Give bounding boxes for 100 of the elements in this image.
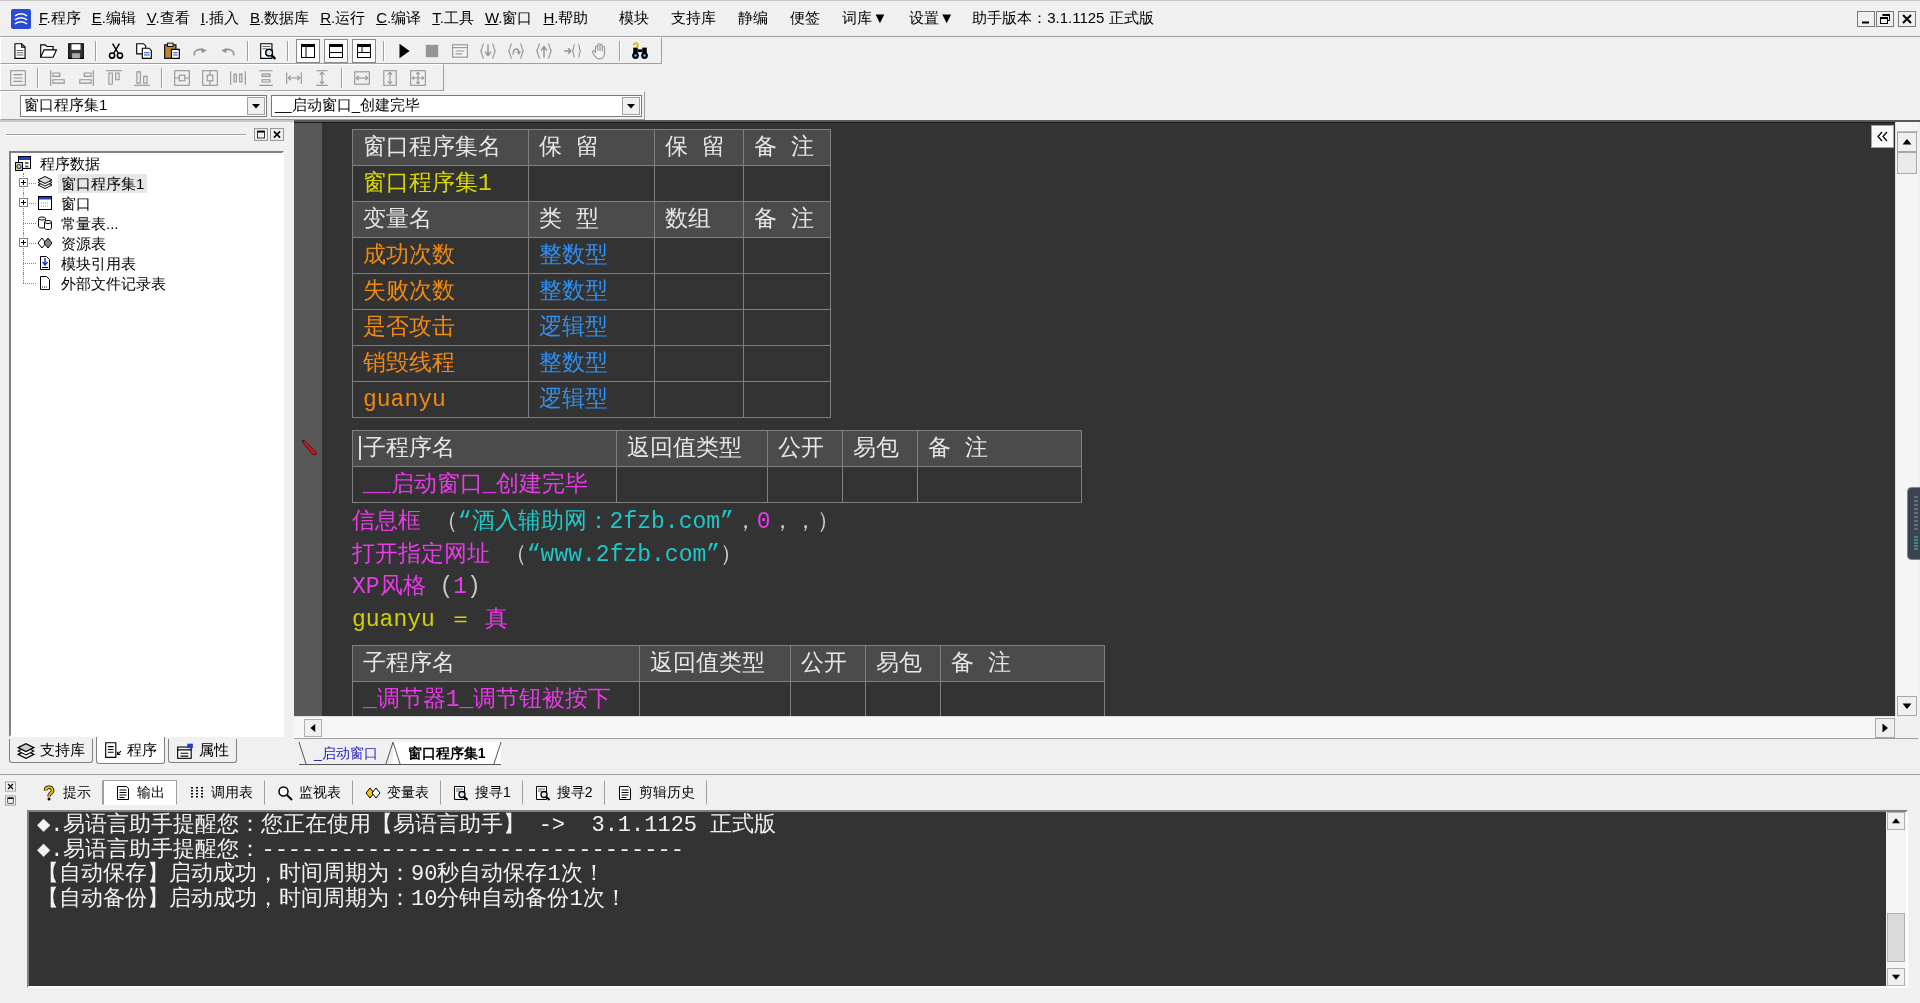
menu-item[interactable]: 模块 bbox=[619, 9, 650, 28]
panel-tab[interactable]: 属性 bbox=[168, 739, 237, 763]
panel-tab[interactable]: 支持库 bbox=[9, 739, 93, 763]
open-folder-icon[interactable] bbox=[39, 41, 57, 60]
tree-item[interactable]: 程序数据 bbox=[37, 153, 103, 173]
menu-item[interactable]: W.窗口 bbox=[479, 8, 538, 29]
panel-tab[interactable]: 搜寻2 bbox=[522, 780, 605, 805]
copy-pages-icon[interactable] bbox=[135, 41, 153, 60]
column-header: 子程序名 bbox=[352, 645, 640, 682]
menu-item[interactable]: 词库▼ bbox=[842, 9, 888, 28]
program-window-icon bbox=[15, 155, 31, 171]
double-chevron-icon[interactable] bbox=[1871, 125, 1894, 148]
menu-item[interactable]: I.插入 bbox=[195, 8, 244, 29]
editor-tab[interactable]: 窗口程序集1 bbox=[392, 742, 501, 765]
tree-item[interactable]: 窗口程序集1 bbox=[58, 173, 148, 193]
diamonds-icon bbox=[37, 235, 53, 251]
stacked-sheets-icon bbox=[37, 175, 53, 191]
code-line: guanyu ＝ 真 bbox=[352, 605, 509, 635]
close-icon[interactable] bbox=[270, 128, 284, 141]
dot-grid-icon bbox=[189, 784, 205, 801]
menu-item[interactable]: B.数据库 bbox=[245, 8, 315, 29]
tree-item[interactable]: 常量表... bbox=[58, 213, 122, 233]
dropdown[interactable]: __启动窗口_创建完毕 bbox=[271, 94, 642, 117]
menu-item[interactable]: 设置▼ bbox=[909, 9, 955, 28]
page-arrow-icon bbox=[104, 741, 122, 759]
panel-tab[interactable]: 变量表 bbox=[353, 780, 441, 805]
clipboard-icon[interactable] bbox=[163, 41, 181, 60]
side-handle-icon[interactable] bbox=[1907, 487, 1920, 560]
menu-item[interactable]: 静编 bbox=[738, 9, 769, 28]
menu-item[interactable]: C.编译 bbox=[371, 8, 427, 29]
close-icon[interactable] bbox=[5, 781, 16, 792]
app-logo-icon[interactable] bbox=[10, 7, 32, 30]
scissors-icon[interactable] bbox=[107, 41, 125, 60]
page-lines-icon bbox=[115, 784, 131, 801]
table-cell: 整数型 bbox=[528, 345, 655, 382]
split-pane-layout-icon[interactable] bbox=[352, 38, 376, 63]
maximize-icon[interactable] bbox=[5, 795, 16, 806]
horizontal-scrollbar[interactable] bbox=[294, 716, 1895, 738]
question-mark-icon bbox=[41, 784, 57, 801]
magnifier-page-icon bbox=[453, 784, 469, 801]
column-header: 返回值类型 bbox=[639, 645, 791, 682]
table-cell: 窗口程序集1 bbox=[352, 165, 529, 202]
menu-item[interactable]: R.运行 bbox=[315, 8, 371, 29]
panel-tab[interactable]: 剪辑历史 bbox=[604, 780, 707, 805]
column-header: 返回值类型 bbox=[616, 430, 768, 467]
column-header: 备 注 bbox=[917, 430, 1082, 467]
column-header: 备 注 bbox=[743, 201, 831, 238]
magnifier-page-icon[interactable] bbox=[259, 41, 277, 60]
scrollbar-thumb[interactable] bbox=[1897, 152, 1917, 174]
menu-item[interactable]: 便签 bbox=[790, 9, 821, 28]
expand-toggle-icon[interactable] bbox=[19, 238, 28, 247]
panel-tab[interactable]: 调用表 bbox=[177, 780, 265, 805]
menu-item[interactable]: T.工具 bbox=[427, 8, 479, 29]
column-header: 变量名 bbox=[352, 201, 529, 238]
panel-tab[interactable]: 程序 bbox=[96, 737, 165, 764]
menu-item[interactable]: 支持库 bbox=[671, 9, 717, 28]
properties-window-icon bbox=[176, 741, 194, 760]
menu-item[interactable]: H.帮助 bbox=[538, 8, 594, 29]
menu-item[interactable]: F.程序 bbox=[34, 8, 86, 29]
maximize-icon[interactable] bbox=[254, 128, 268, 141]
column-header: 公开 bbox=[790, 645, 866, 682]
column-header: 子程序名 bbox=[352, 430, 617, 467]
version-label: 助手版本：3.1.1125 正式版 bbox=[972, 9, 1154, 28]
column-header: 窗口程序集名 bbox=[352, 129, 529, 166]
window-icon bbox=[37, 195, 53, 211]
vertical-scrollbar[interactable] bbox=[1886, 812, 1906, 986]
code-line: 信息框 （“酒入辅助网：2fzb.com”，0，，） bbox=[352, 508, 840, 537]
page-lines-icon bbox=[616, 784, 633, 801]
tree-item[interactable]: 资源表 bbox=[58, 233, 109, 253]
column-header: 保 留 bbox=[654, 129, 744, 166]
tree-item[interactable]: 外部文件记录表 bbox=[58, 273, 169, 293]
restore-icon[interactable] bbox=[1876, 10, 1894, 27]
scrollbar-thumb[interactable] bbox=[1887, 913, 1905, 962]
tree-item[interactable]: 模块引用表 bbox=[58, 253, 139, 273]
menu-item[interactable]: E.编辑 bbox=[86, 8, 141, 29]
vertical-scrollbar[interactable] bbox=[1895, 122, 1918, 716]
close-icon[interactable] bbox=[1898, 10, 1916, 27]
left-pane-layout-icon[interactable] bbox=[296, 38, 320, 63]
editor-tab[interactable]: _启动窗口 bbox=[299, 742, 393, 765]
panel-tab[interactable]: 输出 bbox=[103, 780, 177, 805]
table-cell: 整数型 bbox=[528, 237, 655, 274]
table-cell: 是否攻击 bbox=[352, 309, 529, 346]
expand-toggle-icon[interactable] bbox=[19, 178, 28, 187]
expand-toggle-icon[interactable] bbox=[19, 198, 28, 207]
new-document-icon[interactable] bbox=[11, 41, 29, 60]
table-cell: 销毁线程 bbox=[352, 345, 529, 382]
panel-tab[interactable]: 监视表 bbox=[265, 780, 353, 805]
minimize-icon[interactable] bbox=[1857, 10, 1875, 27]
column-header: 公开 bbox=[767, 430, 843, 467]
column-header: 易包 bbox=[842, 430, 918, 467]
page-down-arrow-icon bbox=[37, 255, 53, 271]
column-header: 保 留 bbox=[528, 129, 655, 166]
menu-item[interactable]: V.查看 bbox=[141, 8, 195, 29]
table-cell: 整数型 bbox=[528, 273, 655, 310]
binoculars-icon[interactable] bbox=[631, 41, 649, 60]
panel-tab[interactable]: 搜寻1 bbox=[441, 780, 523, 805]
stacked-books-icon bbox=[17, 741, 35, 760]
bottom-pane-layout-icon[interactable] bbox=[324, 38, 348, 63]
dropdown[interactable]: 窗口程序集1 bbox=[20, 94, 267, 117]
tree-item[interactable]: 窗口 bbox=[58, 193, 94, 213]
